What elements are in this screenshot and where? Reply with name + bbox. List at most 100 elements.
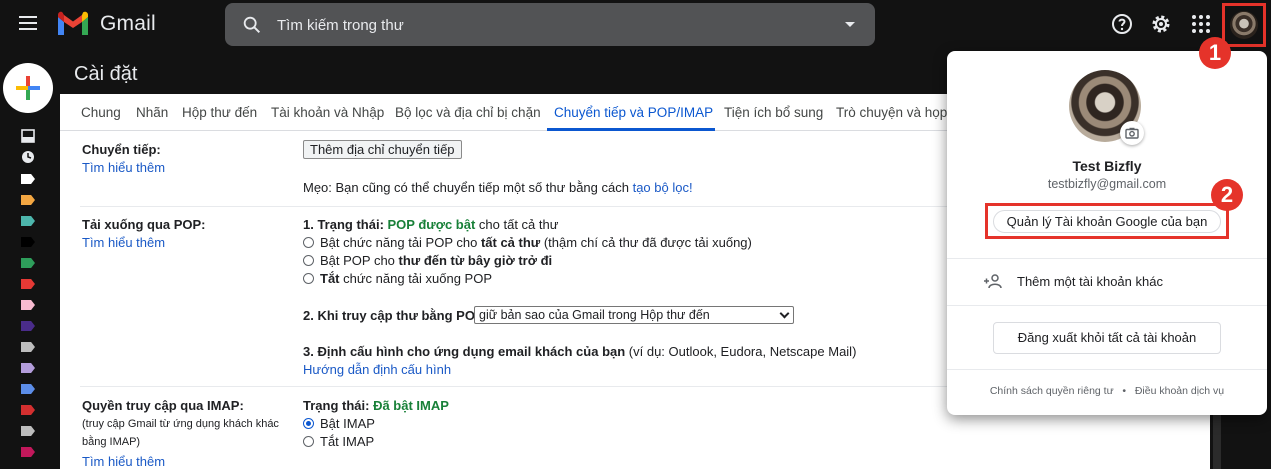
person-add-icon xyxy=(984,274,1002,289)
change-photo-button[interactable] xyxy=(1120,121,1144,145)
divider xyxy=(947,305,1267,306)
search-bar[interactable] xyxy=(225,3,875,46)
tab-addons[interactable]: Tiện ích bổ sung xyxy=(724,105,823,120)
pop-option-bold: Tắt xyxy=(320,271,340,286)
radio-button-selected[interactable] xyxy=(303,418,314,429)
chevron-down-icon xyxy=(779,308,790,319)
avatar xyxy=(1230,11,1258,39)
radio-button[interactable] xyxy=(303,273,314,284)
forwarding-tip-text: Mẹo: Bạn cũng có thể chuyển tiếp một số … xyxy=(303,180,633,195)
label-tag-icon[interactable] xyxy=(21,447,35,457)
privacy-policy-link[interactable]: Chính sách quyền riêng tư xyxy=(990,385,1114,397)
radio-button[interactable] xyxy=(303,255,314,266)
tab-chat-meet[interactable]: Trò chuyện và họp xyxy=(836,105,947,120)
pop-status: 1. Trạng thái: POP được bật cho tất cả t… xyxy=(303,217,558,232)
apps-grid-icon[interactable] xyxy=(1189,12,1213,36)
snoozed-clock-icon[interactable] xyxy=(21,150,35,164)
label-tag-icon[interactable] xyxy=(21,384,35,394)
add-account-label: Thêm một tài khoản khác xyxy=(1017,274,1163,289)
label-tag-icon[interactable] xyxy=(21,405,35,415)
pop-status-value: POP được bật xyxy=(387,217,476,232)
imap-status: Trạng thái: Đã bật IMAP xyxy=(303,398,449,413)
account-avatar-button[interactable] xyxy=(1222,3,1266,47)
label-tag-icon[interactable] xyxy=(21,426,35,436)
pop-option-text: chức năng tải xuống POP xyxy=(339,271,493,286)
label-tag-icon[interactable] xyxy=(21,300,35,310)
create-filter-link[interactable]: tạo bộ lọc! xyxy=(633,180,693,195)
manage-google-account-button[interactable]: Quản lý Tài khoản Google của bạn xyxy=(993,210,1221,233)
label-tag-icon[interactable] xyxy=(21,237,35,247)
pop-option-from-now[interactable]: Bật POP cho thư đến từ bây giờ trở đi xyxy=(303,253,552,268)
search-input[interactable] xyxy=(277,11,817,39)
divider xyxy=(947,258,1267,259)
pop-option-disable[interactable]: Tắt chức năng tải xuống POP xyxy=(303,271,492,286)
help-icon[interactable] xyxy=(1110,12,1134,36)
label-tag-icon[interactable] xyxy=(21,174,35,184)
label-tag-icon[interactable] xyxy=(21,363,35,373)
label-tag-icon[interactable] xyxy=(21,321,35,331)
pop-access-label: 2. Khi truy cập thư bằng POP xyxy=(303,308,484,323)
app-name: Gmail xyxy=(100,12,156,35)
pop-access-select[interactable]: giữ bản sao của Gmail trong Hộp thư đến xyxy=(474,306,794,324)
forwarding-label: Chuyển tiếp: xyxy=(82,142,161,157)
tab-forwarding-pop-imap[interactable]: Chuyển tiếp và POP/IMAP xyxy=(554,105,713,120)
pop-option-text: Bật POP cho xyxy=(320,253,399,268)
pop-config-examples: (ví dụ: Outlook, Eudora, Netscape Mail) xyxy=(625,344,857,359)
imap-option-text: Tắt IMAP xyxy=(320,434,375,449)
label-tag-icon[interactable] xyxy=(21,216,35,226)
sign-out-all-button[interactable]: Đăng xuất khỏi tất cả tài khoản xyxy=(993,322,1221,354)
imap-option-enable[interactable]: Bật IMAP xyxy=(303,416,375,431)
divider xyxy=(947,369,1267,370)
pop-option-bold: tất cả thư xyxy=(480,235,541,250)
pop-label: Tải xuống qua POP: xyxy=(82,217,206,232)
label-tag-icon[interactable] xyxy=(21,258,35,268)
pop-config: 3. Định cấu hình cho ứng dụng email khác… xyxy=(303,344,856,359)
pop-option-bold: thư đến từ bây giờ trở đi xyxy=(398,253,553,268)
pop-option-text: (thậm chí cả thư đã được tải xuống) xyxy=(540,235,752,250)
config-instructions-link[interactable]: Hướng dẫn định cấu hình xyxy=(303,362,451,377)
top-bar: Gmail xyxy=(0,0,1271,50)
imap-option-disable[interactable]: Tắt IMAP xyxy=(303,434,374,449)
compose-button[interactable] xyxy=(3,63,53,113)
label-tag-icon[interactable] xyxy=(21,279,35,289)
page-title: Cài đặt xyxy=(74,63,138,85)
camera-icon xyxy=(1125,127,1139,139)
tab-accounts-import[interactable]: Tài khoản và Nhập xyxy=(271,105,384,120)
imap-sublabel-1: (truy cập Gmail từ ứng dụng khách khác xyxy=(82,418,279,430)
pop-access-select-value: giữ bản sao của Gmail trong Hộp thư đến xyxy=(479,308,710,322)
main-menu-icon[interactable] xyxy=(14,12,42,36)
label-tag-icon[interactable] xyxy=(21,195,35,205)
label-tag-icon[interactable] xyxy=(21,342,35,352)
footer-separator: • xyxy=(1122,385,1127,397)
pop-learn-more-link[interactable]: Tìm hiểu thêm xyxy=(82,235,165,250)
imap-learn-more-link[interactable]: Tìm hiểu thêm xyxy=(82,454,165,469)
step-badge-2: 2 xyxy=(1211,179,1243,211)
gmail-logo[interactable] xyxy=(56,10,90,38)
tab-general[interactable]: Chung xyxy=(81,105,121,120)
terms-of-service-link[interactable]: Điều khoản dịch vụ xyxy=(1135,385,1224,397)
imap-label: Quyền truy cập qua IMAP: xyxy=(82,398,244,413)
imap-option-text: Bật IMAP xyxy=(320,416,375,431)
settings-gear-icon[interactable] xyxy=(1149,12,1173,36)
add-account-item[interactable]: Thêm một tài khoản khác xyxy=(947,263,1267,299)
highlight-box: Quản lý Tài khoản Google của bạn xyxy=(985,203,1229,239)
search-icon[interactable] xyxy=(241,14,263,36)
account-name: Test Bizfly xyxy=(1072,158,1142,174)
tab-inbox[interactable]: Hộp thư đến xyxy=(182,105,257,120)
imap-status-value: Đã bật IMAP xyxy=(373,398,449,413)
inbox-icon[interactable] xyxy=(21,129,35,143)
radio-button[interactable] xyxy=(303,237,314,248)
forwarding-tip: Mẹo: Bạn cũng có thể chuyển tiếp một số … xyxy=(303,180,693,195)
active-tab-indicator xyxy=(547,128,715,131)
tab-labels[interactable]: Nhãn xyxy=(136,105,168,120)
pop-status-prefix: 1. Trạng thái: xyxy=(303,217,388,232)
account-popup: Test Bizfly testbizfly@gmail.com Quản lý… xyxy=(947,51,1267,415)
tab-filters-blocked[interactable]: Bộ lọc và địa chỉ bị chặn xyxy=(395,105,541,120)
imap-status-prefix: Trạng thái: xyxy=(303,398,374,413)
search-options-icon[interactable] xyxy=(845,22,855,27)
radio-button[interactable] xyxy=(303,436,314,447)
pop-option-all-mail[interactable]: Bật chức năng tải POP cho tất cả thư (th… xyxy=(303,235,752,250)
forwarding-learn-more-link[interactable]: Tìm hiểu thêm xyxy=(82,160,165,175)
compose-plus-icon xyxy=(16,76,40,100)
add-forwarding-address-button[interactable]: Thêm địa chỉ chuyển tiếp xyxy=(303,140,462,159)
